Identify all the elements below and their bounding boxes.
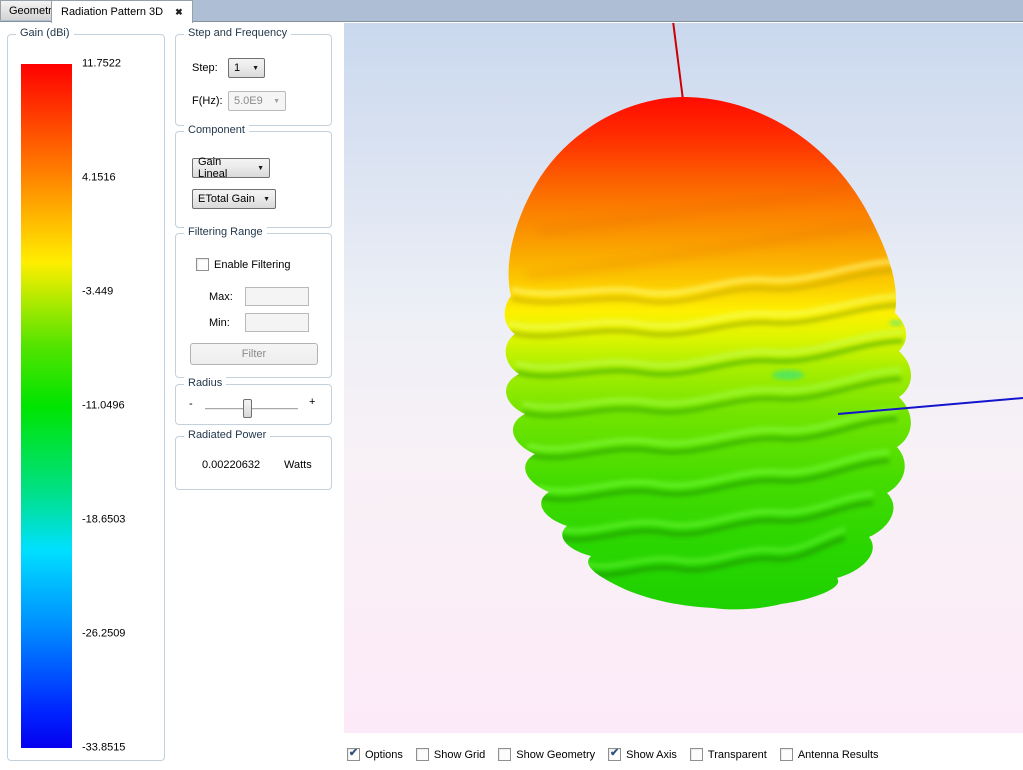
min-label: Min: — [209, 317, 230, 329]
colorbar-gradient — [21, 64, 72, 748]
gain-colorbar-group: Gain (dBi) 11.7522 4.1516 -3.449 -11.049… — [7, 34, 165, 761]
step-label: Step: — [192, 62, 218, 74]
check-icon: ✔ — [610, 748, 619, 759]
tab-bar: Geometry Radiation Pattern 3D ✖ — [0, 0, 1023, 22]
chevron-down-icon: ▼ — [255, 196, 270, 203]
radius-title: Radius — [184, 377, 226, 389]
radiated-power-unit: Watts — [284, 459, 312, 471]
colorbar-tick: -33.8515 — [82, 741, 125, 753]
radius-minus-button[interactable]: - — [189, 398, 193, 410]
enable-filtering-checkbox[interactable]: Enable Filtering — [196, 258, 290, 271]
component-type-select[interactable]: Gain Lineal ▼ — [192, 158, 270, 178]
component-title: Component — [184, 124, 249, 136]
colorbar-tick: -26.2509 — [82, 627, 125, 639]
checkbox-box[interactable] — [498, 748, 511, 761]
radius-plus-button[interactable]: + — [309, 396, 315, 408]
component-type-value: Gain Lineal — [198, 156, 249, 180]
filtering-range-title: Filtering Range — [184, 226, 267, 238]
show-geometry-checkbox[interactable]: Show Geometry — [498, 748, 595, 761]
chevron-down-icon: ▼ — [249, 165, 264, 172]
component-field-value: ETotal Gain — [198, 193, 255, 205]
radiation-pattern-3d-viewport[interactable] — [344, 23, 1023, 733]
checkbox-box[interactable]: ✔ — [608, 748, 621, 761]
show-axis-checkbox[interactable]: ✔ Show Axis — [608, 748, 677, 761]
radiated-power-value: 0.00220632 — [202, 459, 260, 471]
frequency-select-value: 5.0E9 — [234, 95, 263, 107]
radius-slider[interactable] — [205, 408, 298, 410]
check-icon: ✔ — [349, 748, 358, 759]
transparent-label: Transparent — [708, 749, 767, 761]
chevron-down-icon: ▼ — [244, 65, 259, 72]
antenna-results-checkbox[interactable]: Antenna Results — [780, 748, 879, 761]
step-select[interactable]: 1 ▼ — [228, 58, 265, 78]
checkbox-box[interactable] — [416, 748, 429, 761]
colorbar-tick: 11.7522 — [82, 57, 121, 69]
colorbar-tick: -18.6503 — [82, 513, 125, 525]
transparent-checkbox[interactable]: Transparent — [690, 748, 767, 761]
show-grid-label: Show Grid — [434, 749, 485, 761]
step-select-value: 1 — [234, 62, 240, 74]
colorbar-tick: -3.449 — [82, 285, 113, 297]
checkbox-box[interactable] — [196, 258, 209, 271]
step-frequency-group: Step and Frequency Step: 1 ▼ F(Hz): 5.0E… — [175, 34, 332, 126]
chevron-down-icon: ▼ — [265, 98, 280, 105]
colorbar-tick: 4.1516 — [82, 171, 116, 183]
show-geometry-label: Show Geometry — [516, 749, 595, 761]
radiated-power-group: Radiated Power 0.00220632 Watts — [175, 436, 332, 490]
filter-button: Filter — [190, 343, 318, 365]
show-axis-label: Show Axis — [626, 749, 677, 761]
view-options-bar: ✔ Options Show Grid Show Geometry ✔ Show… — [347, 748, 879, 761]
checkbox-box[interactable] — [690, 748, 703, 761]
component-group: Component Gain Lineal ▼ ETotal Gain ▼ — [175, 131, 332, 228]
show-grid-checkbox[interactable]: Show Grid — [416, 748, 485, 761]
max-input — [245, 287, 309, 306]
tab-radiation-pattern-3d-label: Radiation Pattern 3D — [61, 6, 163, 18]
tab-radiation-pattern-3d[interactable]: Radiation Pattern 3D ✖ — [51, 0, 193, 23]
checkbox-box[interactable] — [780, 748, 793, 761]
options-label: Options — [365, 749, 403, 761]
filtering-range-group: Filtering Range Enable Filtering Max: Mi… — [175, 233, 332, 378]
colorbar-tick: -11.0496 — [82, 399, 125, 411]
enable-filtering-label: Enable Filtering — [214, 259, 290, 271]
max-label: Max: — [209, 291, 233, 303]
gain-colorbar-title: Gain (dBi) — [16, 27, 74, 39]
radius-slider-handle[interactable] — [243, 399, 252, 418]
close-icon[interactable]: ✖ — [175, 7, 183, 17]
antenna-results-label: Antenna Results — [798, 749, 879, 761]
radius-group: Radius - + — [175, 384, 332, 425]
options-checkbox[interactable]: ✔ Options — [347, 748, 403, 761]
frequency-select: 5.0E9 ▼ — [228, 91, 286, 111]
min-input — [245, 313, 309, 332]
radiation-pattern-3d-scene — [344, 23, 1023, 733]
frequency-label: F(Hz): — [192, 95, 223, 107]
component-field-select[interactable]: ETotal Gain ▼ — [192, 189, 276, 209]
step-frequency-title: Step and Frequency — [184, 27, 291, 39]
checkbox-box[interactable]: ✔ — [347, 748, 360, 761]
radiated-power-title: Radiated Power — [184, 429, 270, 441]
colorbar-ticks: 11.7522 4.1516 -3.449 -11.0496 -18.6503 … — [82, 64, 152, 748]
